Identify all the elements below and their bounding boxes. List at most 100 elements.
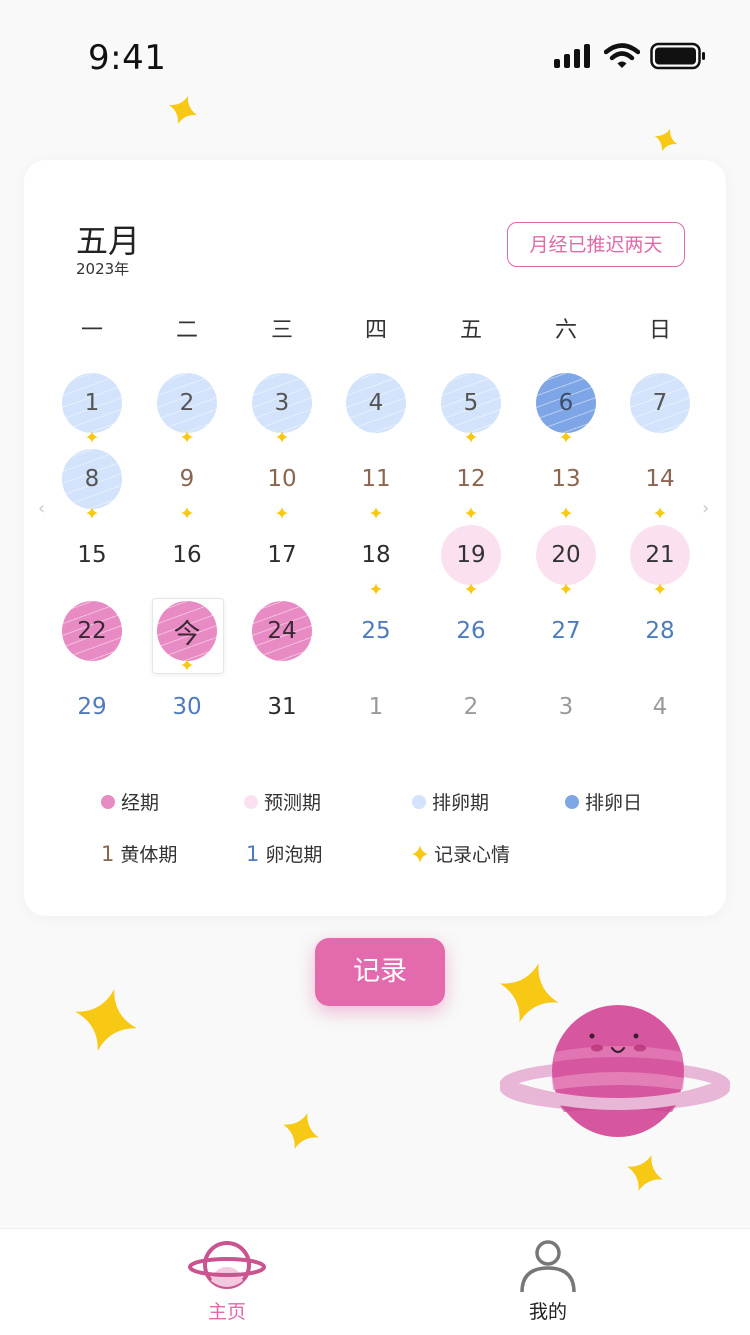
calendar-day[interactable]: 15 xyxy=(62,525,122,585)
sparkle-icon xyxy=(168,95,198,125)
weekday-label: 一 xyxy=(80,318,103,343)
calendar-day[interactable]: 9 xyxy=(157,449,217,509)
mood-sparkle-icon xyxy=(370,507,382,519)
mood-sparkle-icon xyxy=(181,431,193,443)
legend-label: 记录心情 xyxy=(434,844,511,866)
calendar-day[interactable]: 2 xyxy=(157,373,217,433)
calendar-day[interactable]: 24 xyxy=(252,601,312,661)
calendar-day[interactable]: 19 xyxy=(441,525,501,585)
legend-period: 经期 xyxy=(101,788,159,815)
sparkle-icon xyxy=(283,1113,319,1149)
record-button[interactable]: 记录 xyxy=(315,938,445,1006)
mood-sparkle-icon xyxy=(276,507,288,519)
calendar-day[interactable]: 3 xyxy=(536,677,596,737)
legend-label: 排卵期 xyxy=(432,792,490,814)
calendar-card: 五月 2023年 月经已推迟两天 一二三四五六日 ‹ › 1 2 3 4 5 6 7 8 9 10… xyxy=(24,160,726,916)
calendar-day[interactable]: 21 xyxy=(630,525,690,585)
battery-icon xyxy=(650,42,705,70)
legend-predicted: 预测期 xyxy=(244,788,321,815)
calendar-day[interactable]: 27 xyxy=(536,601,596,661)
mood-sparkle-icon xyxy=(560,583,572,595)
signal-icon xyxy=(554,44,590,68)
ovulation-day-dot-icon xyxy=(565,794,579,809)
mood-sparkle-icon xyxy=(465,431,477,443)
legend-follicular: 1 卵泡期 xyxy=(246,840,322,867)
mood-sparkle-icon xyxy=(370,583,382,595)
status-icons xyxy=(554,42,706,70)
legend-mood: 记录心情 xyxy=(412,840,510,867)
mood-sparkle-icon xyxy=(181,507,193,519)
weekday-label: 二 xyxy=(175,318,198,343)
luteal-mark: 1 xyxy=(101,841,115,866)
sparkle-icon xyxy=(412,844,428,863)
prev-month-icon[interactable]: ‹ xyxy=(38,498,45,519)
mood-sparkle-icon xyxy=(560,431,572,443)
wifi-icon xyxy=(604,43,640,68)
calendar-day[interactable]: 4 xyxy=(630,677,690,737)
mood-sparkle-icon xyxy=(465,583,477,595)
tab-home[interactable]: 主页 xyxy=(157,1229,297,1335)
weekday-label: 六 xyxy=(554,318,577,343)
tab-home-label: 主页 xyxy=(207,1301,246,1323)
calendar-day[interactable]: 29 xyxy=(62,677,122,737)
calendar-day[interactable]: 2 xyxy=(441,677,501,737)
legend-ovulation: 排卵期 xyxy=(412,788,489,815)
mood-sparkle-icon xyxy=(86,431,98,443)
legend-label: 排卵日 xyxy=(585,792,643,814)
mood-sparkle-icon xyxy=(181,659,193,671)
legend-ovulation-day: 排卵日 xyxy=(565,788,642,815)
sparkle-icon xyxy=(627,1155,663,1191)
legend-label: 预测期 xyxy=(264,792,322,814)
legend-label: 黄体期 xyxy=(120,844,178,866)
calendar-day[interactable]: 7 xyxy=(630,373,690,433)
calendar-day[interactable]: 12 xyxy=(441,449,501,509)
calendar-day[interactable]: 20 xyxy=(536,525,596,585)
mood-sparkle-icon xyxy=(560,507,572,519)
weekday-label: 五 xyxy=(459,318,482,343)
calendar-day[interactable]: 1 xyxy=(62,373,122,433)
next-month-icon[interactable]: › xyxy=(702,498,709,519)
period-delay-notice[interactable]: 月经已推迟两天 xyxy=(507,222,685,267)
calendar-day[interactable]: 13 xyxy=(536,449,596,509)
calendar-day[interactable]: 17 xyxy=(252,525,312,585)
calendar-day[interactable]: 10 xyxy=(252,449,312,509)
follicular-mark: 1 xyxy=(246,841,260,866)
calendar-day[interactable]: 26 xyxy=(441,601,501,661)
mood-sparkle-icon xyxy=(654,507,666,519)
calendar-day[interactable]: 31 xyxy=(252,677,312,737)
legend-label: 经期 xyxy=(121,792,160,814)
mood-sparkle-icon xyxy=(86,507,98,519)
user-icon xyxy=(520,1240,576,1293)
calendar-day[interactable]: 5 xyxy=(441,373,501,433)
planet-illustration xyxy=(500,1005,730,1137)
calendar-day[interactable]: 14 xyxy=(630,449,690,509)
calendar-day[interactable]: 25 xyxy=(346,601,406,661)
calendar-day[interactable]: 16 xyxy=(157,525,217,585)
calendar-day[interactable]: 11 xyxy=(346,449,406,509)
calendar-day[interactable]: 6 xyxy=(536,373,596,433)
calendar-day[interactable]: 8 xyxy=(62,449,122,509)
month-title: 五月 xyxy=(76,222,141,260)
sparkle-icon xyxy=(75,989,137,1051)
sparkle-icon xyxy=(654,128,678,152)
calendar-day[interactable]: 3 xyxy=(252,373,312,433)
tab-bar: 主页 我的 xyxy=(0,1228,750,1335)
year-label: 2023年 xyxy=(76,260,130,278)
legend-label: 卵泡期 xyxy=(265,844,323,866)
calendar-day[interactable]: 4 xyxy=(346,373,406,433)
legend-luteal: 1 黄体期 xyxy=(101,840,177,867)
tab-mine[interactable]: 我的 xyxy=(478,1229,618,1335)
calendar-day[interactable]: 1 xyxy=(346,677,406,737)
calendar-day[interactable]: 22 xyxy=(62,601,122,661)
predicted-dot-icon xyxy=(244,794,258,809)
mood-sparkle-icon xyxy=(276,431,288,443)
mood-sparkle-icon xyxy=(465,507,477,519)
weekday-label: 四 xyxy=(364,318,387,343)
calendar-day-today[interactable]: 今 xyxy=(157,601,217,661)
calendar-day[interactable]: 28 xyxy=(630,601,690,661)
mood-sparkle-icon xyxy=(654,583,666,595)
calendar-day[interactable]: 18 xyxy=(346,525,406,585)
period-dot-icon xyxy=(101,794,115,809)
calendar-day[interactable]: 30 xyxy=(157,677,217,737)
weekday-label: 三 xyxy=(270,318,293,343)
